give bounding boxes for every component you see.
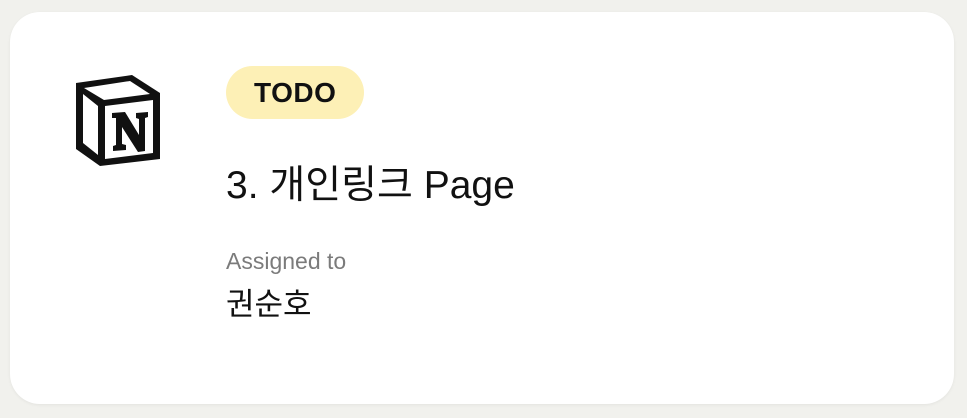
notion-logo-icon	[70, 71, 166, 169]
page-title[interactable]: 3. 개인링크 Page	[226, 163, 914, 209]
card-content: TODO 3. 개인링크 Page Assigned to 권순호	[226, 66, 914, 323]
status-badge: TODO	[226, 66, 365, 119]
assigned-to-label: Assigned to	[226, 248, 347, 274]
task-card[interactable]: TODO 3. 개인링크 Page Assigned to 권순호	[10, 12, 954, 404]
assignee-name: 권순호	[226, 287, 312, 322]
